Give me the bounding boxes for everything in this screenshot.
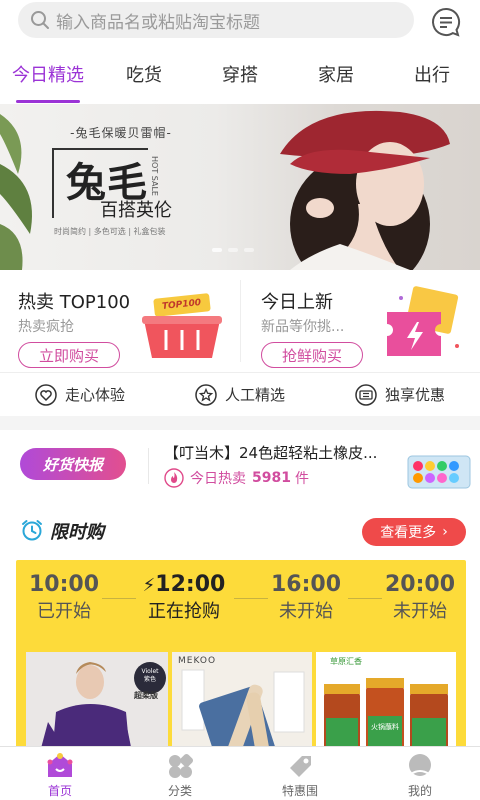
product-jar-label: 火锅蘸料 [371,723,399,731]
search-bar: 输入商品名或粘贴淘宝标题 [0,0,480,44]
search-icon [31,11,49,29]
time-slot-12[interactable]: ⚡12:00 正在抢购 [132,572,236,623]
banner-model-image [280,110,450,270]
nav-label: 特惠围 [281,784,318,798]
leaf-decoration [0,114,32,270]
heart-icon [35,383,57,406]
home-icon [47,753,73,777]
bottom-nav: 首页 分类 特惠围 我的 [0,746,480,800]
grab-fresh-button[interactable]: 抢鲜购买 [261,342,363,368]
lightning-icon: ⚡ [142,575,156,596]
promo-card-new-arrivals[interactable]: 今日上新 新品等你挑... 抢鲜购买 [241,270,480,372]
coupon-icon [355,383,377,406]
hot-unit: 件 [294,471,309,487]
slot-separator [102,598,136,599]
promo-subtitle: 热卖疯抢 [18,319,74,335]
feature-label: 人工精选 [224,386,285,404]
nav-label: 分类 [167,784,192,798]
tag-icon [290,756,311,777]
deals-news[interactable]: 好货快报 【叮当木】24色超轻粘土橡皮... 今日热卖 5981 件 [0,430,480,502]
nav-category[interactable]: 分类 [120,747,240,800]
deals-news-badge: 好货快报 [20,448,126,480]
slot-time: 10:00 [28,572,100,597]
hot-count: 5981 [252,470,291,486]
product-badge-sub: 超柔版 [134,691,158,700]
promo-section: 热卖 TOP100 热卖疯抢 立即购买 TOP100 今日上新 新品等你挑...… [0,270,480,372]
feature-heartfelt[interactable]: 走心体验 [0,373,160,416]
nav-label: 我的 [407,784,432,798]
nav-home[interactable]: 首页 [0,747,120,800]
slot-time: ⚡12:00 [132,572,236,597]
chevron-right-icon: › [442,524,448,540]
promo-card-top100[interactable]: 热卖 TOP100 热卖疯抢 立即购买 TOP100 [0,270,240,372]
promo-title: 热卖 TOP100 [18,292,131,313]
promo-subtitle: 新品等你挑... [261,319,345,335]
banner-hot-sale: HOT SALE [150,156,159,196]
tab-travel[interactable]: 出行 [384,44,480,104]
nav-deals[interactable]: 特惠围 [240,747,360,800]
shopping-basket-icon [142,293,222,358]
ticket-icon [387,286,459,356]
features-row: 走心体验 人工精选 独享优惠 [0,372,480,416]
slot-time: 20:00 [384,572,456,597]
banner-features: 时尚简约 | 多色可选 | 礼盒包装 [54,227,166,236]
time-slot-20[interactable]: 20:00 未开始 [372,572,468,623]
clay-product-image [407,455,471,489]
badge-line: 紫色 [143,676,156,683]
badge-line: Violet [141,668,159,675]
time-slot-16[interactable]: 16:00 未开始 [258,572,354,623]
category-tabs: 今日精选 吃货 穿搭 家居 出行 [0,44,480,104]
banner-tagline: 百搭英伦 [100,200,172,221]
feature-exclusive[interactable]: 独享优惠 [320,373,480,416]
banner-pagination [212,248,254,252]
slot-status: 正在抢购 [148,601,220,622]
message-button[interactable] [428,4,464,40]
nav-profile[interactable]: 我的 [360,747,480,800]
view-more-button[interactable]: 查看更多 › [362,518,466,546]
search-placeholder: 输入商品名或粘贴淘宝标题 [56,12,260,33]
slot-status: 已开始 [37,601,91,622]
flash-sale-title: 限时购 [50,522,104,543]
slot-time: 16:00 [270,572,342,597]
feature-label: 独享优惠 [384,386,445,404]
news-divider [148,448,149,484]
tab-outfit[interactable]: 穿搭 [192,44,288,104]
message-icon [432,7,461,37]
tab-food[interactable]: 吃货 [96,44,192,104]
slot-time-value: 12:00 [155,572,226,597]
product-brand: 草原汇香 [330,657,362,666]
feature-handpicked[interactable]: 人工精选 [160,373,320,416]
search-input[interactable]: 输入商品名或粘贴淘宝标题 [18,2,414,38]
slot-status: 未开始 [279,601,333,622]
slot-status: 未开始 [393,601,447,622]
fire-icon [164,468,184,488]
hot-label: 今日热卖 [190,471,246,487]
product-brand: MEKOO [178,656,217,666]
tab-home[interactable]: 家居 [288,44,384,104]
product-badge: Violet 紫色 [138,668,162,684]
banner[interactable]: -兔毛保暖贝雷帽- 兔毛 HOT SALE 百搭英伦 时尚简约 | 多色可选 |… [0,104,480,270]
category-icon [169,753,194,778]
promo-title: 今日上新 [261,292,333,313]
profile-icon [409,754,431,776]
news-title: 【叮当木】24色超轻粘土橡皮... [164,444,378,462]
banner-subtitle: -兔毛保暖贝雷帽- [70,126,172,140]
feature-label: 走心体验 [64,386,125,404]
view-more-label: 查看更多 [380,525,437,541]
time-slot-10[interactable]: 10:00 已开始 [16,572,112,623]
buy-now-button[interactable]: 立即购买 [18,342,120,368]
alarm-clock-icon [22,520,42,541]
news-hot-row: 今日热卖 5981 件 [164,468,309,488]
nav-label: 首页 [47,784,72,798]
star-icon [195,383,217,406]
tab-today-picks[interactable]: 今日精选 [0,44,96,104]
